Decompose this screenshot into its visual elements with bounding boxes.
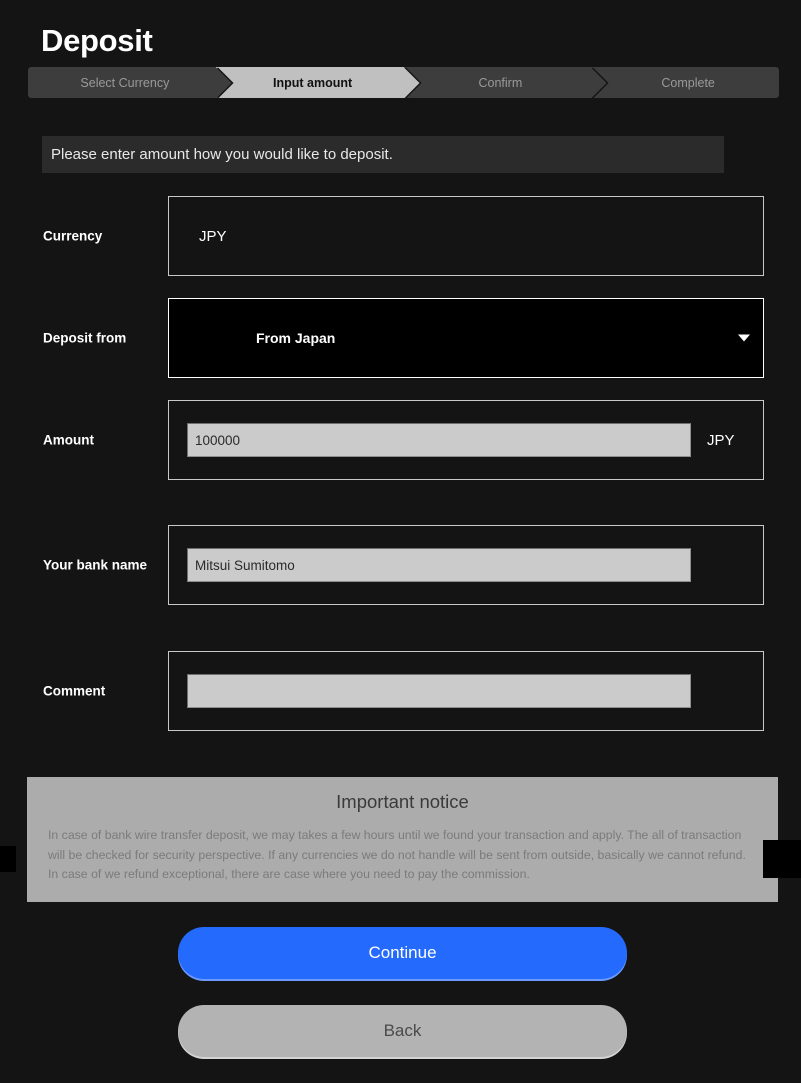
notice-body: In case of bank wire transfer deposit, w… <box>48 828 746 881</box>
currency-label: Currency <box>43 228 103 244</box>
deposit-from-dropdown[interactable]: From Japan <box>168 298 764 378</box>
comment-field <box>168 651 764 731</box>
chevron-down-icon[interactable] <box>738 334 750 342</box>
bank-name-input[interactable] <box>187 548 691 582</box>
page-title: Deposit <box>41 23 153 58</box>
comment-input[interactable] <box>187 674 691 708</box>
amount-label: Amount <box>43 432 94 448</box>
amount-input[interactable] <box>187 423 691 457</box>
step-select-currency[interactable]: Select Currency <box>28 67 234 98</box>
bank-name-field <box>168 525 764 605</box>
form-row-comment: Comment <box>42 651 764 731</box>
deposit-from-value: From Japan <box>256 330 336 346</box>
instruction-banner: Please enter amount how you would like t… <box>42 136 724 173</box>
step-complete[interactable]: Complete <box>591 67 779 98</box>
notice-title: Important notice <box>336 791 469 812</box>
step-input-amount[interactable]: Input amount <box>215 67 422 98</box>
currency-value: JPY <box>199 227 227 245</box>
form-row-currency: Currency JPY <box>42 196 764 276</box>
back-button[interactable]: Back <box>178 1005 627 1057</box>
form-row-amount: Amount JPY <box>42 400 764 480</box>
continue-button[interactable]: Continue <box>178 927 627 979</box>
important-notice: Important notice In case of bank wire tr… <box>27 777 778 902</box>
left-edge-artifact <box>0 846 16 872</box>
step-label: Select Currency <box>80 75 170 90</box>
form-row-bank-name: Your bank name <box>42 525 764 605</box>
step-confirm[interactable]: Confirm <box>403 67 609 98</box>
deposit-from-label: Deposit from <box>43 330 127 346</box>
deposit-page: Deposit Select Currency Input amount Con… <box>0 0 801 1083</box>
step-label: Complete <box>661 75 715 90</box>
form-row-deposit-from: Deposit from From Japan <box>42 298 764 378</box>
amount-unit: JPY <box>707 431 735 449</box>
currency-field: JPY <box>168 196 764 276</box>
step-label: Input amount <box>273 75 353 90</box>
step-label: Confirm <box>478 75 523 90</box>
comment-label: Comment <box>43 683 106 699</box>
right-edge-artifact <box>763 840 801 878</box>
bank-name-label: Your bank name <box>43 557 148 573</box>
amount-field: JPY <box>168 400 764 480</box>
progress-stepper: Select Currency Input amount Confirm Com… <box>28 67 779 98</box>
